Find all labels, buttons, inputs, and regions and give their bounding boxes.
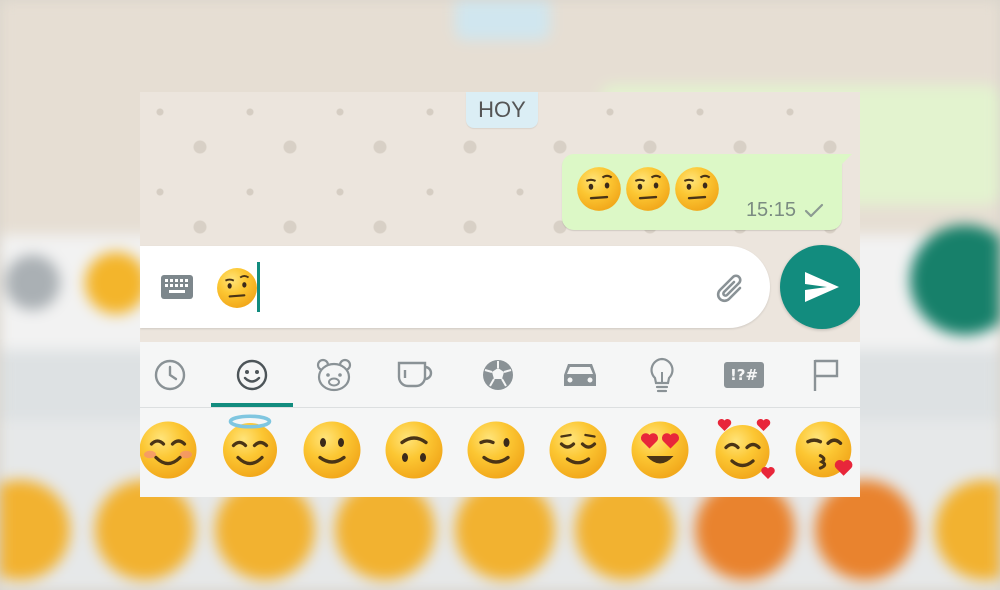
slightly-smiling-face-icon[interactable] [302,420,362,480]
smiling-face-with-halo-icon[interactable] [220,414,280,480]
lightbulb-icon [650,357,674,393]
bear-animal-icon [316,358,352,392]
chat-area: HOY 15:15 [140,92,860,342]
relieved-face-icon[interactable] [548,420,608,480]
face-blowing-a-kiss-icon[interactable] [794,420,856,482]
face-with-raised-eyebrow-icon [675,167,719,211]
paperclip-icon[interactable] [712,268,752,308]
tab-smileys[interactable] [211,342,293,408]
upside-down-face-icon[interactable] [384,420,444,480]
tab-objects[interactable] [621,342,703,408]
emoji-grid [140,408,860,497]
whatsapp-chat-panel: HOY 15:15 !?# [140,92,860,497]
recent-clock-icon [154,359,186,391]
send-arrow-icon [805,272,839,302]
selected-tab-indicator [211,403,293,407]
tab-travel[interactable] [539,342,621,408]
message-meta: 15:15 [746,199,824,222]
keyboard-icon[interactable] [160,274,194,300]
soccer-ball-icon [483,360,513,390]
message-emojis [576,166,720,212]
tab-animals[interactable] [293,342,375,408]
tab-activities[interactable] [457,342,539,408]
smiling-face-with-heart-eyes-icon[interactable] [630,420,690,480]
car-icon [564,364,596,386]
symbols-icon: !?# [723,362,765,388]
message-input[interactable] [140,246,770,328]
winking-face-icon[interactable] [466,420,526,480]
outgoing-message-bubble[interactable]: 15:15 [562,154,852,230]
face-with-raised-eyebrow-icon [626,167,670,211]
face-with-raised-eyebrow-icon [217,268,257,308]
send-button[interactable] [780,245,860,329]
single-check-icon [804,203,824,217]
smiley-icon [236,359,268,391]
tab-food[interactable] [375,342,457,408]
tab-symbols[interactable]: !?# [703,342,785,408]
smiling-face-with-smiling-eyes-icon[interactable] [140,420,198,480]
coffee-cup-icon [397,361,433,388]
date-chip: HOY [466,92,538,128]
emoji-category-tabs: !?# [140,342,860,408]
tab-recent[interactable] [140,342,211,408]
face-with-raised-eyebrow-icon [577,167,621,211]
smiling-face-with-hearts-icon[interactable] [712,416,776,482]
message-time: 15:15 [745,199,796,221]
tab-flags[interactable] [785,342,860,408]
flag-icon [813,359,839,391]
text-caret [257,262,260,312]
